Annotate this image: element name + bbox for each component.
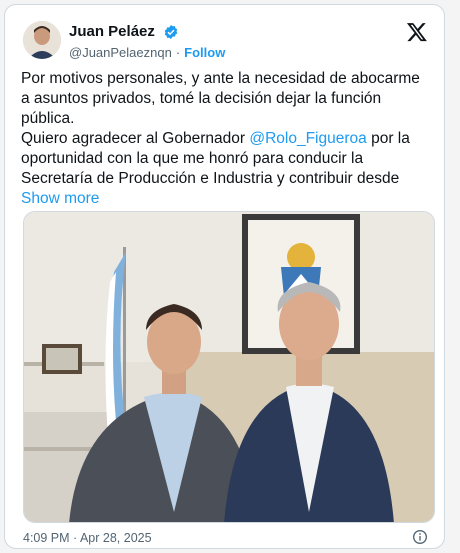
author-handle[interactable]: @JuanPelaeznqn <box>69 45 172 60</box>
follow-button[interactable]: Follow <box>184 45 225 60</box>
x-logo-icon[interactable] <box>406 21 428 43</box>
tweet-photo[interactable] <box>23 211 435 523</box>
tweet-paragraph-2: Quiero agradecer al Gobernador @Rolo_Fig… <box>21 129 431 209</box>
tweet-timestamp[interactable]: 4:09 PM · Apr 28, 2025 <box>23 531 152 545</box>
tweet-card[interactable]: Juan Peláez @JuanPelaeznqn · Follow Por mo… <box>4 4 445 549</box>
separator-dot: · <box>175 45 181 60</box>
handle-line: @JuanPelaeznqn · Follow <box>69 45 225 60</box>
tweet-text-segment: Quiero agradecer al Gobernador <box>21 130 250 147</box>
show-more-link[interactable]: Show more <box>21 190 99 207</box>
author-name[interactable]: Juan Peláez <box>69 23 155 40</box>
author-block: Juan Peláez @JuanPelaeznqn · Follow <box>69 23 225 60</box>
info-icon[interactable] <box>412 529 428 545</box>
photo-illustration <box>24 212 434 522</box>
tweet-paragraph-1: Por motivos personales, y ante la necesi… <box>21 70 420 127</box>
avatar[interactable] <box>23 21 61 59</box>
verified-badge-icon <box>165 24 178 39</box>
mention-link[interactable]: @Rolo_Figueroa <box>249 130 366 147</box>
tweet-body: Por motivos personales, y ante la necesi… <box>21 69 431 209</box>
tweet-header: Juan Peláez @JuanPelaeznqn · Follow <box>19 19 430 63</box>
